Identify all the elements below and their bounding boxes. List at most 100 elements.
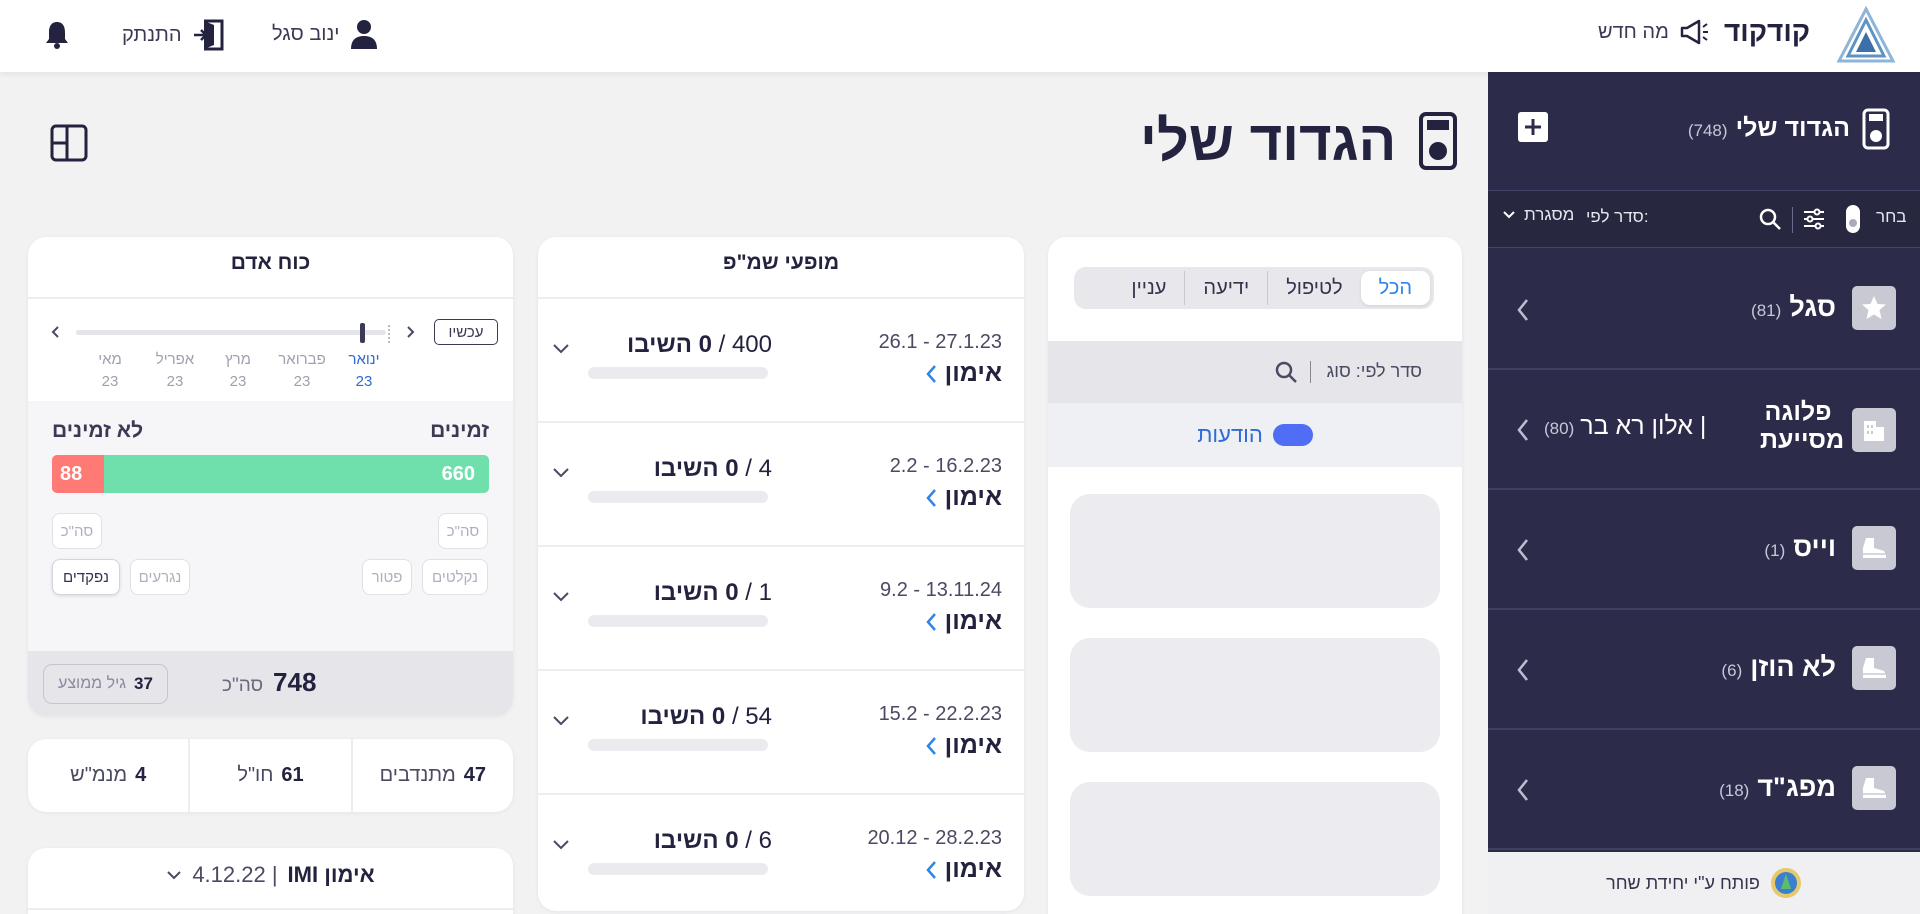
tab-info[interactable]: ידיעה (1184, 271, 1267, 305)
chevron-left-icon (925, 736, 937, 756)
event-dates: 20.12 - 28.2.23 (867, 827, 1002, 849)
available-total-chip[interactable]: סה"כ (438, 513, 488, 549)
brand-name: קודקוד (1724, 16, 1811, 47)
month-apr[interactable]: אפריל 23 (148, 349, 202, 393)
timeline-handle[interactable] (360, 323, 365, 343)
event-type[interactable]: אימון (925, 359, 1002, 388)
chevron-down-icon[interactable] (552, 839, 570, 851)
now-button[interactable]: עכשיו (434, 319, 498, 345)
sidebar-item-not-entered[interactable]: לא הוזן (6) (1488, 610, 1920, 730)
stat-label: מנמ"ש (70, 764, 128, 786)
month-name: מאי (98, 351, 122, 368)
event-type[interactable]: אימון (925, 731, 1002, 760)
absorbed-chip[interactable]: נקלטים (422, 559, 488, 595)
sidebar-item-support-company[interactable]: פלוגה מסייעת | אלון רא בר (80) (1488, 370, 1920, 490)
megaphone-icon (1679, 18, 1709, 46)
available-bar-segment[interactable]: 660 (104, 455, 489, 493)
sidebar-item-count: (80) (1544, 419, 1575, 438)
choose-label: בחר (1876, 207, 1907, 226)
sidebar-item-text: לא הוזן (6) (1721, 652, 1836, 683)
search-icon[interactable] (1758, 207, 1782, 231)
chevron-left-icon (925, 488, 937, 508)
tab-all[interactable]: הכל (1360, 271, 1430, 305)
user-profile[interactable]: ינוב סגל (272, 18, 379, 50)
chevron-down-icon[interactable] (552, 715, 570, 727)
tab-handle[interactable]: לטיפול (1267, 271, 1360, 305)
layout-toggle-icon[interactable] (50, 124, 88, 162)
chevron-left-icon (1516, 658, 1530, 682)
page-header: הגדוד שלי (1140, 108, 1458, 173)
event-progress-bar (588, 367, 768, 379)
event-type[interactable]: אימון (925, 855, 1002, 884)
event-row[interactable]: 15.2 - 22.2.23 אימון 54 / 0 השיבו (538, 671, 1024, 795)
events-title: מופעי שמ"פ (722, 251, 840, 274)
chevron-down-icon[interactable] (552, 591, 570, 603)
manpower-title: כוח אדם (230, 251, 311, 274)
tab-interest[interactable]: עניין (1113, 271, 1184, 305)
stat-abroad[interactable]: 61 חו"ל (188, 739, 350, 812)
stat-volunteers[interactable]: 47 מתנדבים (350, 739, 513, 812)
sidebar-item-title: פלוגה מסייעת (1760, 398, 1845, 454)
chevron-right-icon[interactable] (406, 325, 416, 339)
event-row[interactable]: 2.2 - 16.2.23 אימון 4 / 0 השיבו (538, 423, 1024, 547)
stat-value: 4 (135, 764, 147, 786)
message-placeholder (1070, 638, 1440, 752)
exempt-chip[interactable]: פטור (362, 559, 412, 595)
filter-sliders-icon[interactable] (1802, 207, 1826, 231)
bell-icon[interactable] (44, 20, 70, 50)
chevron-left-icon[interactable] (50, 325, 60, 339)
training-card[interactable]: אימון IMI | 4.12.22 (28, 848, 513, 914)
sort-dropdown[interactable]: מסגרת (1502, 205, 1574, 225)
sidebar-item-count: (1) (1764, 541, 1786, 560)
event-progress-bar (588, 739, 768, 751)
stat-label: מתנדבים (379, 764, 456, 786)
availability-bar: 88 660 (52, 455, 489, 493)
sidebar-item-text: סגל (81) (1751, 292, 1836, 323)
boot-icon (1852, 646, 1896, 690)
unavailable-total-chip[interactable]: סה"כ (52, 513, 102, 549)
app-logo-icon[interactable] (1836, 6, 1896, 64)
event-type[interactable]: אימון (925, 607, 1002, 636)
chevron-down-icon[interactable] (166, 870, 182, 880)
choose-toggle[interactable] (1846, 205, 1860, 233)
deducted-chip[interactable]: נגרעים (130, 559, 190, 595)
event-row[interactable]: 20.12 - 28.2.23 אימון 6 / 0 השיבו (538, 795, 1024, 911)
month-feb[interactable]: פברואר 23 (274, 349, 330, 393)
training-header: אימון IMI | 4.12.22 (28, 862, 513, 888)
messages-sort-label[interactable]: סדר לפי: סוג (1327, 361, 1422, 382)
sidebar-count: (748) (1687, 121, 1728, 140)
total-label: סה"כ (222, 675, 264, 696)
chevron-down-icon[interactable] (552, 343, 570, 355)
messages-toggle[interactable] (1272, 424, 1313, 446)
sidebar-item-weiss[interactable]: וייס (1) (1488, 490, 1920, 610)
month-name: פברואר (278, 351, 326, 368)
add-button[interactable] (1518, 112, 1548, 142)
chevron-down-icon[interactable] (552, 467, 570, 479)
month-jan[interactable]: ינואר 23 (344, 349, 384, 393)
average-age-chip[interactable]: 37 גיל ממוצע (43, 664, 168, 704)
unavailable-bar-segment[interactable]: 88 (52, 455, 104, 493)
month-name: ינואר (348, 351, 380, 368)
manpower-panel: כוח אדם עכשיו ינואר 23 פברואר 23 מרץ 23 אפר… (28, 237, 513, 716)
sidebar-item-staff[interactable]: סגל (81) (1488, 250, 1920, 370)
message-filter-tabs: הכל לטיפול ידיעה עניין (1074, 267, 1434, 309)
sidebar-item-subtitle-group: | אלון רא בר (80) (1544, 412, 1706, 441)
stat-other[interactable]: 4 מנמ"ש (28, 739, 188, 812)
event-response-count: 1 / 0 השיבו (653, 579, 772, 606)
month-may[interactable]: מאי 23 (90, 349, 130, 393)
stat-value: 47 (463, 764, 487, 786)
chevron-left-icon (1516, 298, 1530, 322)
unavailable-value: 88 (60, 462, 83, 485)
sidebar-toolbar: בחר סדר לפי: מסגרת (1488, 190, 1920, 248)
availability-section: זמינים לא זמינים 88 660 סה"כ סה"כ נקלטים… (28, 401, 513, 651)
logout-button[interactable]: התנתק (122, 18, 226, 52)
event-type[interactable]: אימון (925, 483, 1002, 512)
divider (28, 908, 513, 910)
month-mar[interactable]: מרץ 23 (218, 349, 258, 393)
absent-chip[interactable]: נפקדים (52, 559, 120, 595)
event-row[interactable]: 26.1 - 27.1.23 אימון 400 / 0 השיבו (538, 299, 1024, 423)
event-row[interactable]: 9.2 - 13.11.24 אימון 1 / 0 השיבו (538, 547, 1024, 671)
search-icon[interactable] (1274, 360, 1298, 384)
whats-new-button[interactable]: מה חדש (1598, 18, 1709, 46)
sidebar-item-hq[interactable]: מפג"ד (18) (1488, 730, 1920, 850)
